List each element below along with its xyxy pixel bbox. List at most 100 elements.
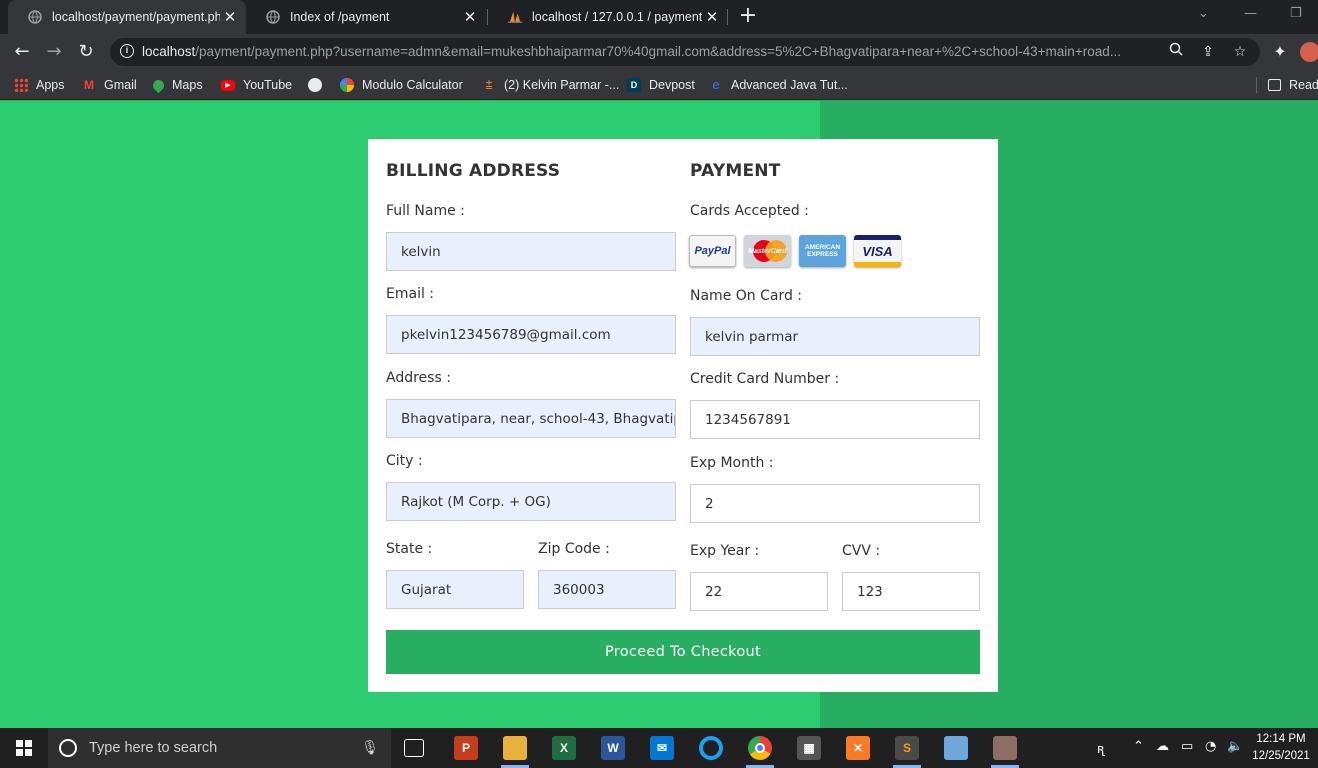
youtube-icon: ▶ <box>221 79 235 91</box>
modulo-calculator-icon <box>340 78 354 92</box>
bookmark-advanced-java[interactable]: e Advanced Java Tut... <box>709 76 848 94</box>
tab-phpmyadmin[interactable]: localhost / 127.0.0.1 / payment / ✕ <box>488 0 728 34</box>
email-input[interactable]: pkelvin123456789@gmail.com <box>386 315 676 354</box>
reading-list-icon <box>1268 79 1281 91</box>
bookmark-label: Gmail <box>104 78 137 92</box>
exp-year-input[interactable]: 22 <box>690 572 828 611</box>
back-arrow-icon[interactable]: ← <box>10 40 34 64</box>
share-icon[interactable]: ⇪ <box>1198 42 1218 62</box>
file-explorer-icon[interactable] <box>503 736 527 760</box>
email-label: Email : <box>386 286 435 302</box>
close-tab-icon[interactable]: ✕ <box>460 8 480 26</box>
battery-icon[interactable]: ▭ <box>1181 739 1193 754</box>
java-tutorial-icon: e <box>712 77 720 92</box>
bookmark-youtube[interactable]: ▶ YouTube <box>221 76 292 94</box>
gmail-icon: M <box>84 78 94 92</box>
tab-separator <box>727 9 728 25</box>
winrar-icon[interactable] <box>993 736 1017 760</box>
sublime-text-icon[interactable]: S <box>895 736 919 760</box>
edge-icon[interactable] <box>699 736 723 760</box>
new-tab-plus-icon[interactable]: + <box>736 5 760 29</box>
tab-search-chevron-icon[interactable]: ⌄ <box>1198 6 1209 21</box>
checkout-form: BILLING ADDRESS Full Name : kelvin Email… <box>368 139 998 692</box>
microsoft-store-icon[interactable]: ▦ <box>797 736 821 760</box>
full-name-input[interactable]: kelvin <box>386 232 676 271</box>
excel-icon[interactable]: X <box>552 736 576 760</box>
apps-grid-icon <box>14 78 28 92</box>
bookmark-globe[interactable] <box>308 76 330 94</box>
zip-code-input[interactable]: 360003 <box>538 570 676 609</box>
cvv-label: CVV : <box>842 543 881 559</box>
address-input[interactable]: Bhagvatipara, near, school-43, Bhagvatip… <box>386 399 676 438</box>
bookmark-gmail[interactable]: M Gmail <box>82 76 137 94</box>
restore-icon[interactable]: ❐ <box>1290 6 1302 21</box>
bookmark-label: Devpost <box>649 78 695 92</box>
site-info-icon[interactable]: i <box>120 44 134 58</box>
tab-index-of-payment[interactable]: Index of /payment ✕ <box>246 0 486 34</box>
clock-time: 12:14 PM <box>1256 733 1306 745</box>
bookmark-label: YouTube <box>243 78 293 92</box>
tab-title: localhost/payment/payment.php <box>52 10 220 24</box>
devpost-icon: D <box>627 78 641 92</box>
chrome-icon[interactable] <box>748 736 772 760</box>
bookmarks-bar: Apps M Gmail Maps ▶ YouTube Modulo Calcu… <box>0 70 1318 100</box>
powerpoint-icon[interactable]: P <box>454 736 478 760</box>
people-icon[interactable]: ꭆ <box>1097 739 1104 757</box>
close-tab-icon[interactable]: ✕ <box>702 8 722 26</box>
bookmark-label: Modulo Calculator <box>362 78 463 92</box>
city-input[interactable]: Rajkot (M Corp. + OG) <box>386 482 676 521</box>
bookmark-separator <box>1256 77 1257 93</box>
zoom-icon[interactable] <box>1166 42 1186 62</box>
taskbar-search-placeholder: Type here to search <box>89 740 218 756</box>
word-icon[interactable]: W <box>601 736 625 760</box>
notepad-icon[interactable] <box>944 736 968 760</box>
credit-card-number-label: Credit Card Number : <box>690 371 840 387</box>
extensions-puzzle-icon[interactable]: ✦ <box>1268 40 1292 64</box>
start-button[interactable] <box>0 728 48 768</box>
close-tab-icon[interactable]: ✕ <box>220 8 240 26</box>
state-input[interactable]: Gujarat <box>386 570 524 609</box>
name-on-card-input[interactable]: kelvin parmar <box>690 317 980 356</box>
tab-payment-php[interactable]: localhost/payment/payment.php ✕ <box>8 0 246 34</box>
xampp-icon[interactable]: ✕ <box>846 736 870 760</box>
forward-arrow-icon[interactable]: → <box>42 40 66 64</box>
wifi-icon[interactable]: ◔ <box>1205 739 1216 754</box>
volume-icon[interactable]: 🔈 <box>1227 739 1243 754</box>
exp-year-label: Exp Year : <box>690 543 760 559</box>
system-clock[interactable]: 12:14 PM 12/25/2021 <box>1248 731 1314 765</box>
bookmark-label: Advanced Java Tut... <box>731 78 848 92</box>
globe-icon <box>308 78 322 92</box>
mail-icon[interactable]: ✉ <box>650 736 674 760</box>
cvv-input[interactable]: 123 <box>842 572 980 611</box>
minimize-icon[interactable]: — <box>1244 6 1257 21</box>
url-text[interactable]: localhost/payment/payment.php?username=a… <box>142 44 1162 59</box>
proceed-to-checkout-button[interactable]: Proceed To Checkout <box>386 630 980 674</box>
zip-code-label: Zip Code : <box>538 541 610 557</box>
cards-accepted-label: Cards Accepted : <box>690 203 809 219</box>
bookmark-maps[interactable]: Maps <box>150 76 203 94</box>
accepted-cards-image: PayPal MasterCard AMERICAN EXPRESS VISA <box>689 235 901 267</box>
task-view-icon[interactable] <box>404 739 424 757</box>
microphone-icon[interactable]: 🎙 <box>361 740 379 756</box>
onedrive-icon[interactable]: ☁ <box>1156 739 1169 754</box>
bookmark-modulo-calculator[interactable]: Modulo Calculator <box>340 76 463 94</box>
windows-logo-icon <box>16 740 32 756</box>
browser-toolbar: ← → ↻ i localhost/payment/payment.php?us… <box>0 34 1318 70</box>
bookmark-star-icon[interactable]: ☆ <box>1230 42 1250 62</box>
bookmark-label: Apps <box>36 78 65 92</box>
windows-taskbar: Type here to search 🎙 P X W ✉ ▦ ✕ S ꭆ ⌃ … <box>0 728 1318 768</box>
reading-list[interactable]: Read <box>1268 76 1318 94</box>
credit-card-number-input[interactable]: 1234567891 <box>690 400 980 439</box>
show-hidden-icons-chevron[interactable]: ⌃ <box>1133 739 1144 754</box>
reload-icon[interactable]: ↻ <box>74 40 98 64</box>
stackoverflow-icon: ⩲ <box>485 78 493 92</box>
reading-list-label: Read <box>1289 78 1318 92</box>
exp-month-input[interactable]: 2 <box>690 484 980 523</box>
address-bar[interactable]: i localhost/payment/payment.php?username… <box>110 38 1260 66</box>
bookmark-devpost[interactable]: D Devpost <box>627 76 695 94</box>
bookmark-kelvin-parmar[interactable]: ⩲ (2) Kelvin Parmar -... <box>482 76 619 94</box>
taskbar-search-box[interactable]: Type here to search 🎙 <box>48 728 391 768</box>
profile-avatar[interactable] <box>1300 42 1318 62</box>
bookmark-apps[interactable]: Apps <box>14 76 65 94</box>
phpmyadmin-sail-icon <box>508 10 522 24</box>
